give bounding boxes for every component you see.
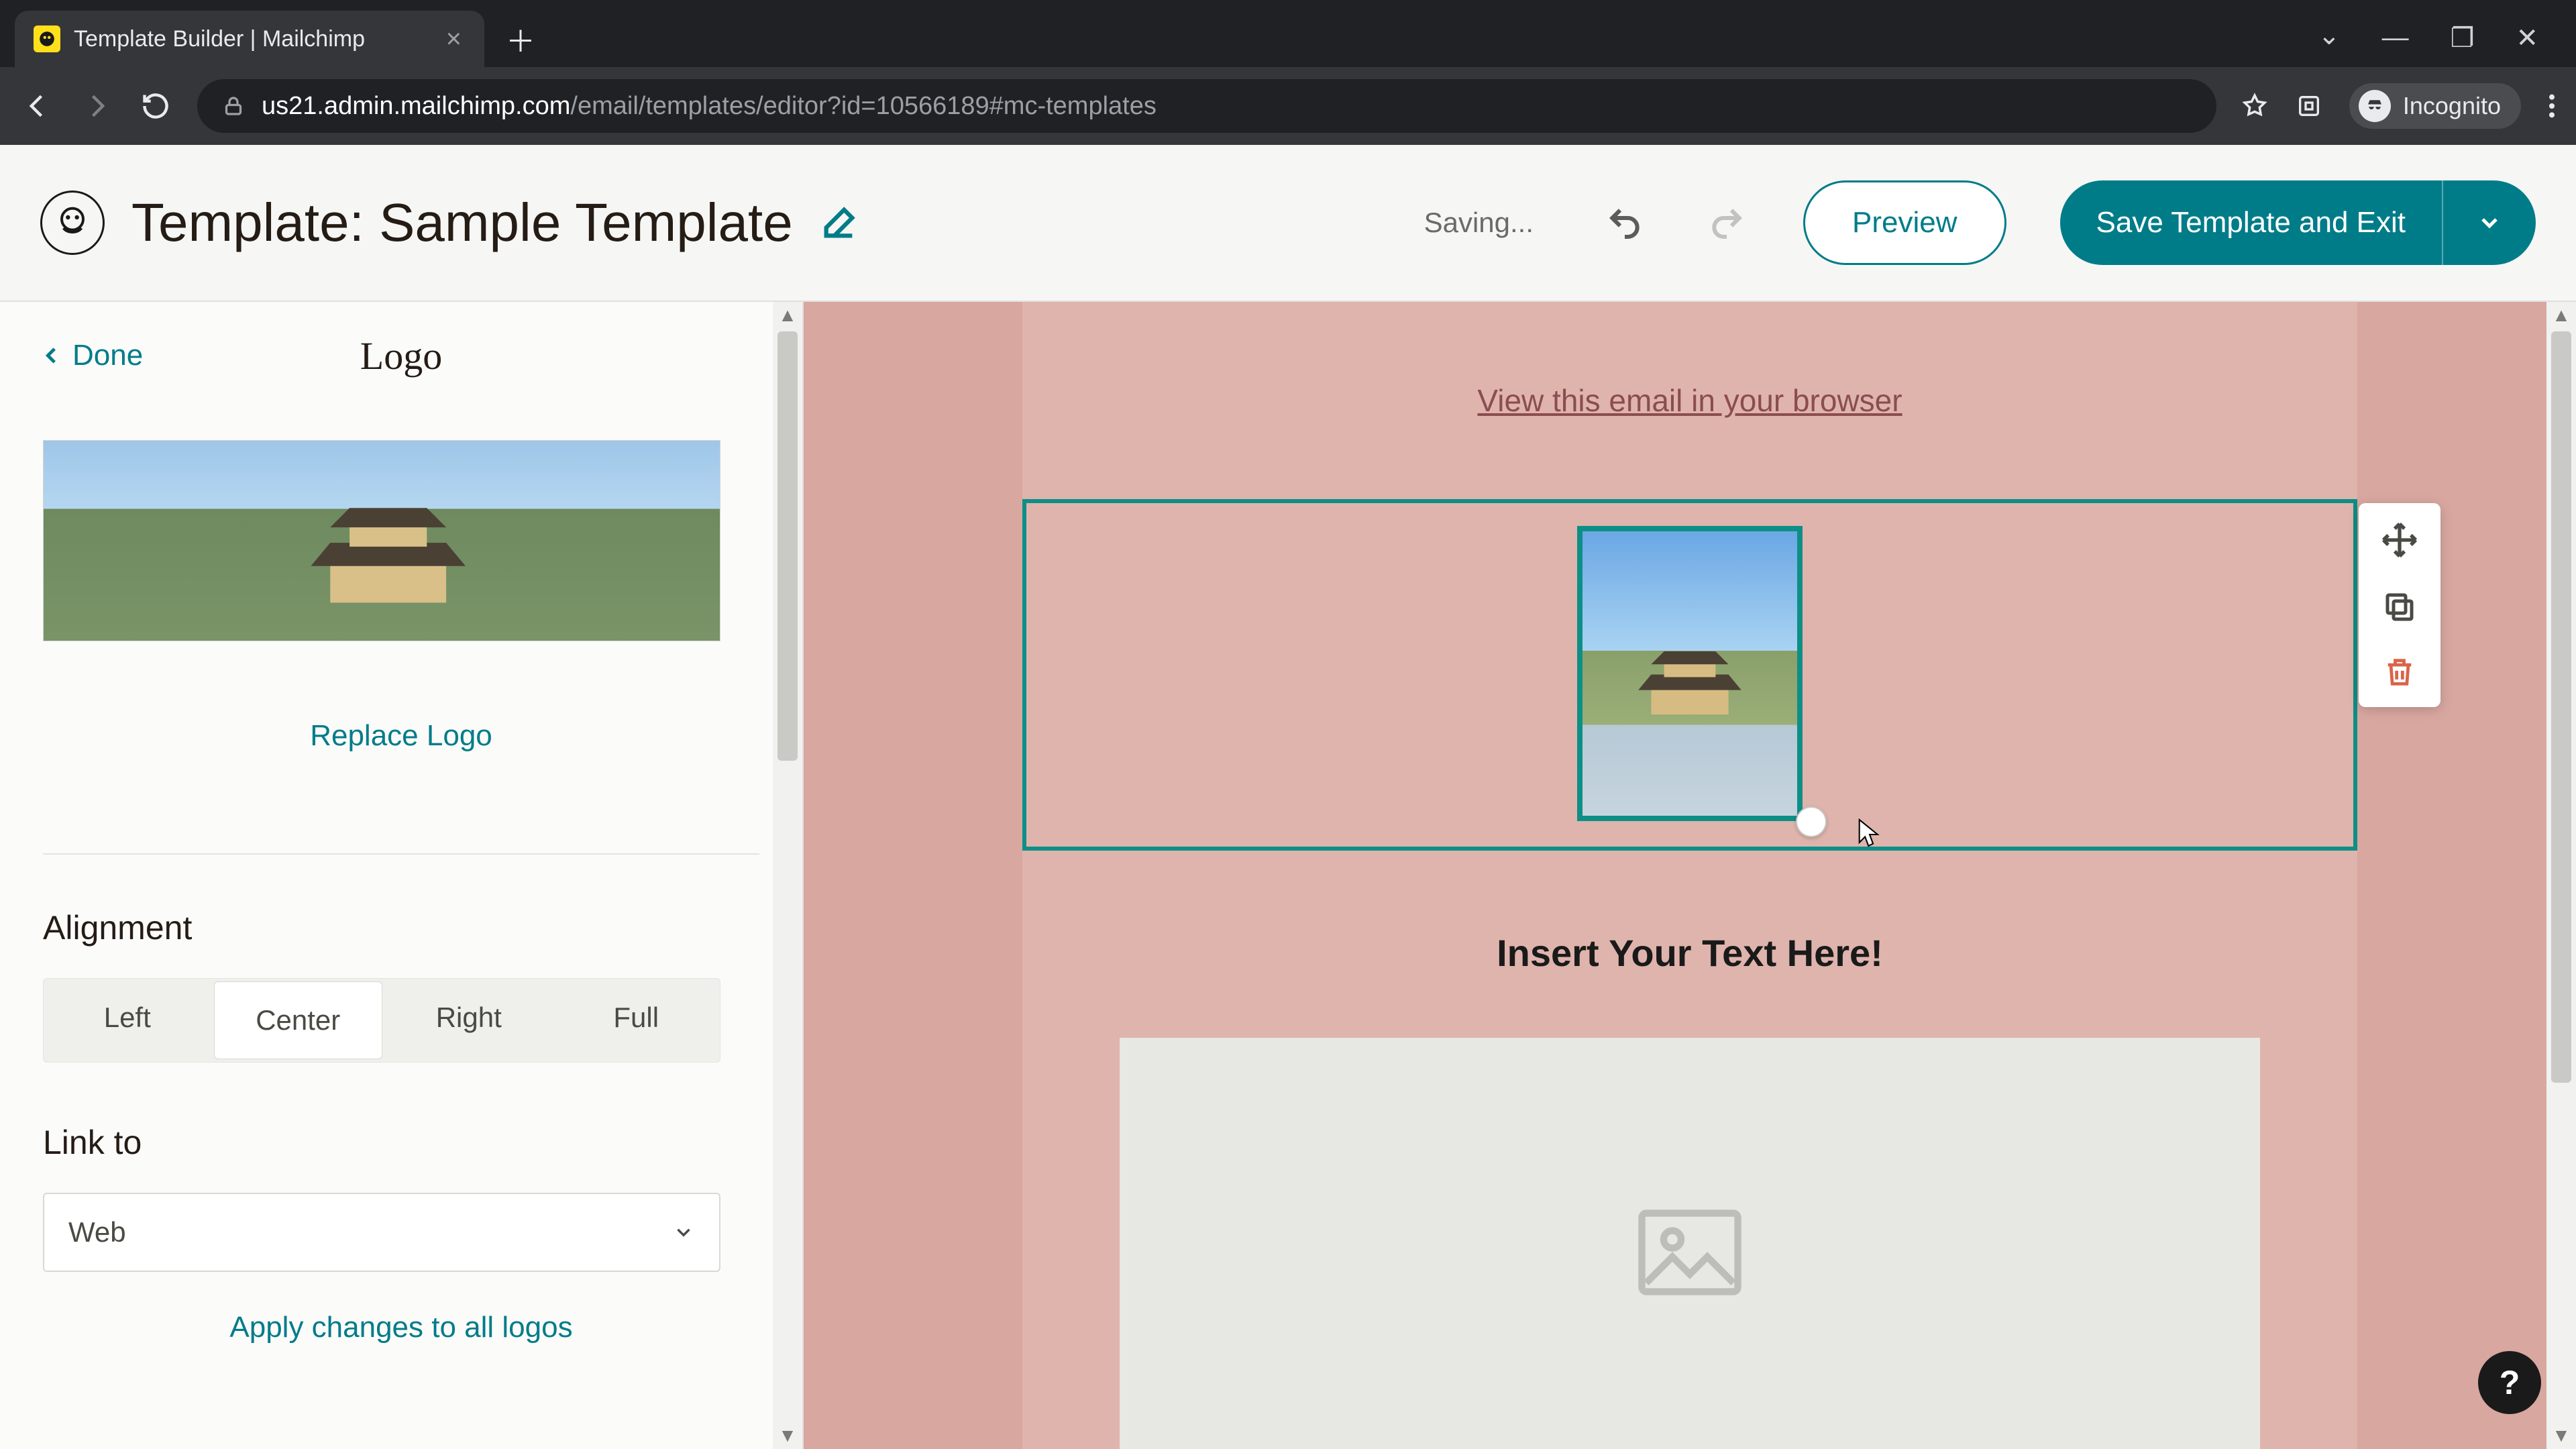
- extensions-icon[interactable]: [2296, 93, 2322, 119]
- scroll-down-icon[interactable]: ▼: [778, 1422, 797, 1449]
- alignment-option-full[interactable]: Full: [553, 979, 720, 1057]
- undo-button[interactable]: [1587, 204, 1662, 241]
- move-block-icon[interactable]: [2380, 521, 2419, 559]
- scroll-up-icon[interactable]: ▲: [2552, 302, 2571, 329]
- image-placeholder-block[interactable]: [1120, 1038, 2260, 1449]
- alignment-option-left[interactable]: Left: [44, 979, 211, 1057]
- page-title: Template: Sample Template: [131, 192, 793, 254]
- logo-preview-image[interactable]: [43, 440, 720, 641]
- window-close-icon[interactable]: ✕: [2516, 23, 2538, 54]
- apply-all-logos-button[interactable]: Apply changes to all logos: [43, 1311, 759, 1344]
- sidebar-panel: Done Logo Replace Logo Alignment: [0, 302, 804, 1449]
- save-status: Saving...: [1424, 207, 1534, 239]
- delete-block-icon[interactable]: [2382, 655, 2417, 690]
- chevron-down-icon: [672, 1221, 695, 1244]
- sidebar-scrollbar[interactable]: ▲ ▼: [773, 302, 802, 1449]
- window-maximize-icon[interactable]: ❐: [2451, 23, 2475, 54]
- done-button[interactable]: Done: [40, 339, 143, 372]
- heading-block[interactable]: Insert Your Text Here!: [1022, 931, 2357, 975]
- alignment-option-right[interactable]: Right: [385, 979, 553, 1057]
- tab-search-icon[interactable]: ⌄: [2318, 20, 2341, 51]
- app-header: Template: Sample Template Saving... Prev…: [0, 145, 2576, 302]
- nav-forward-button: [79, 89, 114, 123]
- chrome-menu-icon[interactable]: [2548, 93, 2556, 119]
- scroll-thumb[interactable]: [777, 331, 798, 761]
- view-in-browser-link[interactable]: View this email in your browser: [1022, 382, 2357, 419]
- incognito-label: Incognito: [2403, 92, 2501, 120]
- bookmark-star-icon[interactable]: [2241, 92, 2269, 120]
- alignment-segmented-control: Left Center Right Full: [43, 978, 720, 1063]
- edit-title-icon[interactable]: [820, 203, 859, 242]
- incognito-icon: [2359, 90, 2391, 122]
- new-tab-button[interactable]: ＋: [502, 20, 539, 58]
- incognito-indicator[interactable]: Incognito: [2349, 83, 2521, 129]
- canvas-scrollbar[interactable]: ▲ ▼: [2546, 302, 2576, 1449]
- alignment-label: Alignment: [43, 908, 759, 947]
- divider: [43, 853, 759, 855]
- email-canvas[interactable]: View this email in your browser: [804, 302, 2576, 1449]
- scroll-down-icon[interactable]: ▼: [2552, 1422, 2571, 1449]
- redo-button: [1689, 204, 1764, 241]
- nav-reload-button[interactable]: [138, 89, 173, 123]
- link-to-select[interactable]: Web: [43, 1193, 720, 1272]
- duplicate-block-icon[interactable]: [2381, 589, 2418, 625]
- mailchimp-logo[interactable]: [40, 191, 105, 255]
- save-template-button[interactable]: Save Template and Exit: [2060, 180, 2442, 265]
- nav-back-button[interactable]: [20, 89, 55, 123]
- scroll-thumb[interactable]: [2551, 331, 2571, 1083]
- browser-tab[interactable]: Template Builder | Mailchimp ×: [15, 11, 484, 67]
- tab-title: Template Builder | Mailchimp: [74, 26, 433, 52]
- help-button[interactable]: ?: [2478, 1351, 2541, 1414]
- logo-image[interactable]: [1577, 526, 1803, 821]
- logo-block-selected[interactable]: [1022, 499, 2357, 851]
- link-to-label: Link to: [43, 1123, 759, 1162]
- panel-title: Logo: [360, 333, 442, 378]
- window-minimize-icon[interactable]: —: [2382, 23, 2409, 54]
- close-tab-icon[interactable]: ×: [446, 25, 462, 52]
- resize-handle[interactable]: [1796, 806, 1827, 837]
- replace-logo-button[interactable]: Replace Logo: [43, 719, 759, 753]
- scroll-up-icon[interactable]: ▲: [778, 302, 797, 329]
- mailchimp-favicon: [34, 25, 60, 52]
- address-bar[interactable]: us21.admin.mailchimp.com/email/templates…: [197, 79, 2216, 133]
- block-toolbar: [2359, 503, 2440, 707]
- preview-button[interactable]: Preview: [1803, 180, 2006, 265]
- save-dropdown-button[interactable]: [2442, 180, 2536, 265]
- url-text: us21.admin.mailchimp.com/email/templates…: [262, 92, 1157, 121]
- lock-icon: [221, 94, 246, 118]
- alignment-option-center[interactable]: Center: [214, 981, 383, 1059]
